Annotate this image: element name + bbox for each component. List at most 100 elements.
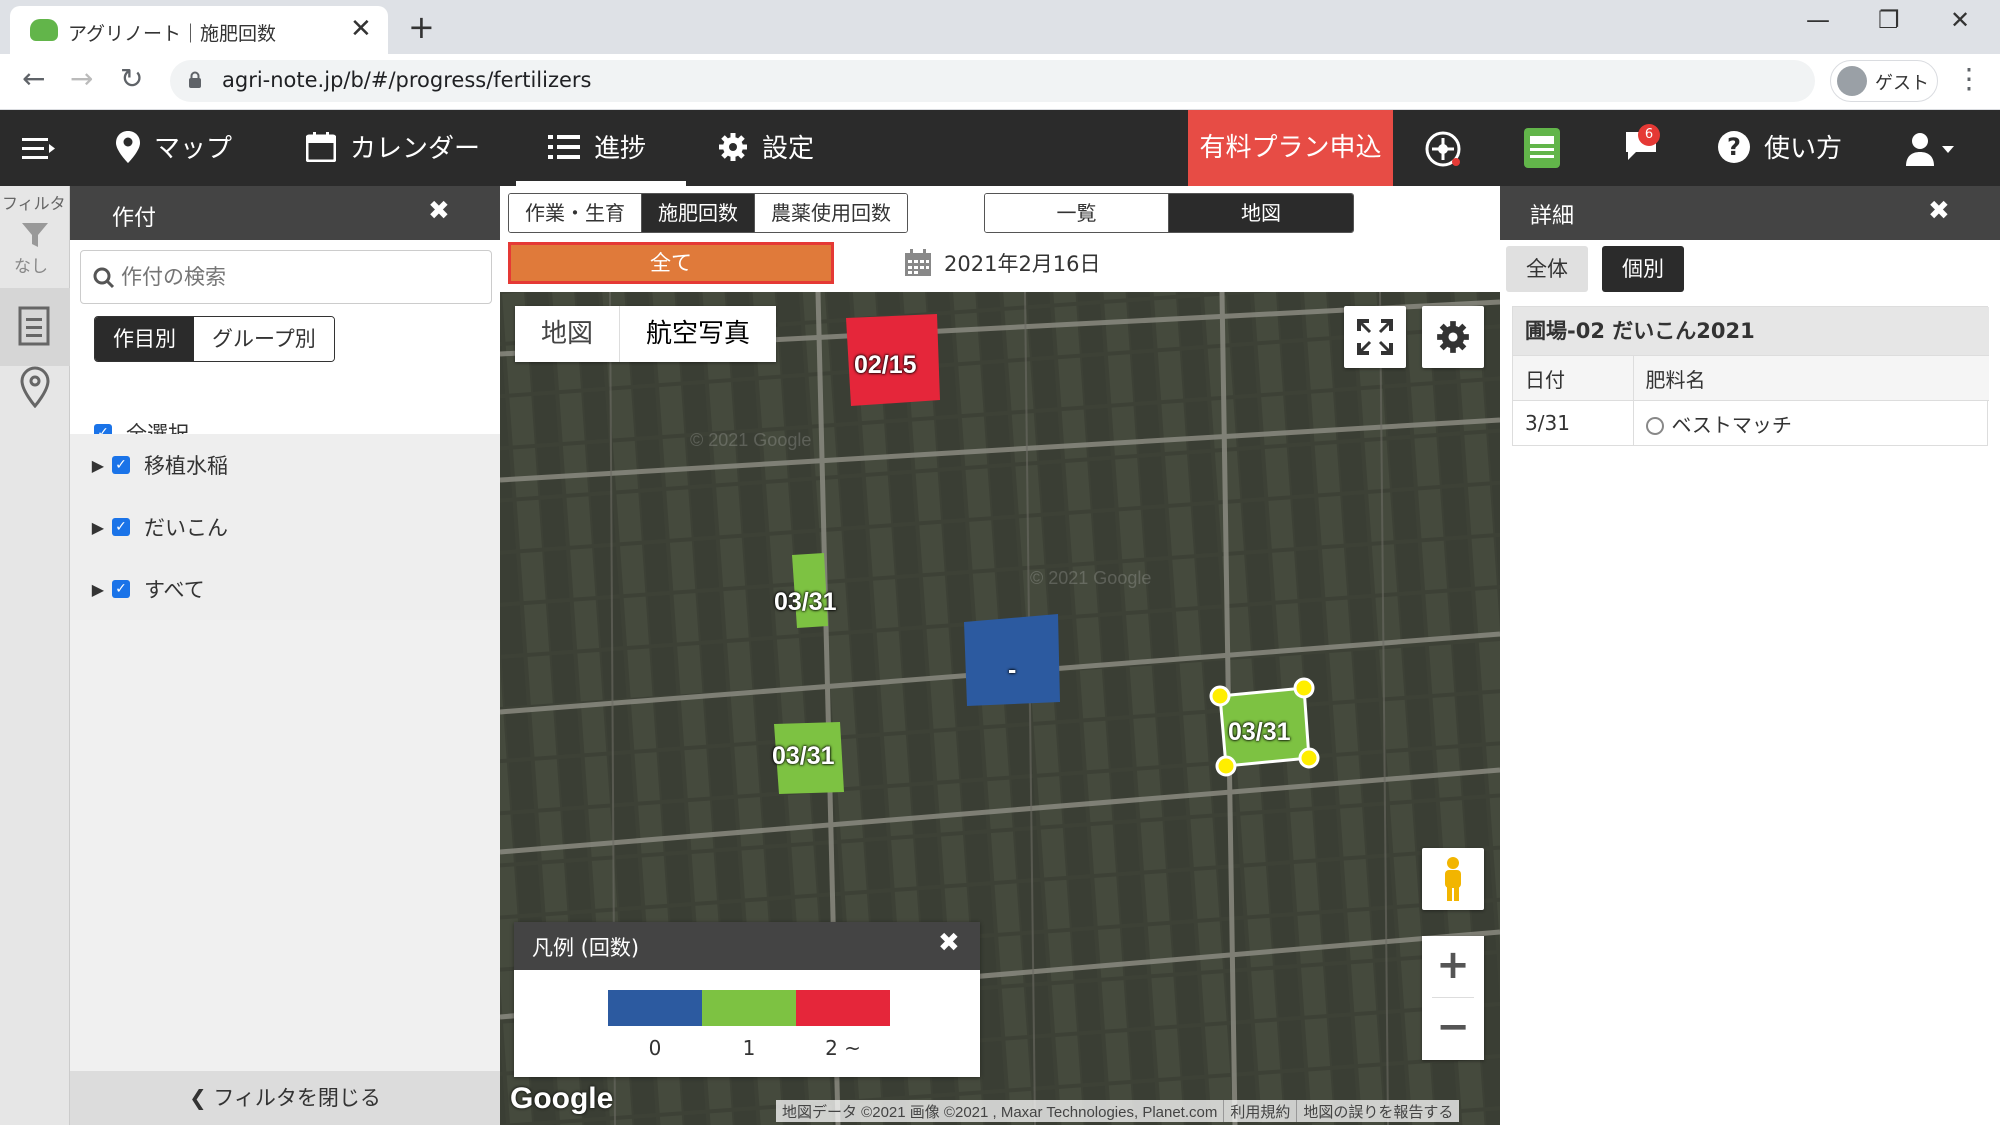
nav-help[interactable]: ? 使い方 (1718, 128, 1842, 165)
tree-item-all[interactable]: ▶ ✓ すべて (70, 558, 500, 620)
tab-list[interactable]: 一覧 (985, 194, 1169, 232)
profile-button[interactable]: ゲスト (1830, 60, 1938, 102)
new-tab-button[interactable]: + (408, 8, 435, 46)
tab-by-crop[interactable]: 作目別 (95, 317, 194, 361)
row-date: 3/31 (1513, 400, 1634, 446)
list-icon (548, 134, 580, 159)
table-row[interactable]: 3/31 ベストマッチ (1513, 400, 1989, 446)
window-restore-button[interactable]: ❐ (1878, 6, 1900, 34)
location-pin-icon[interactable] (20, 366, 50, 408)
terms-link[interactable]: 利用規約 (1223, 1100, 1296, 1122)
search-input[interactable] (121, 263, 481, 291)
tab-map[interactable]: 地図 (1169, 194, 1353, 232)
nav-calendar[interactable]: カレンダー (306, 128, 480, 165)
browser-tab[interactable]: アグリノート｜施肥回数 ✕ (10, 6, 388, 54)
vertex-handle[interactable] (1209, 685, 1231, 707)
filter-panel: 作付 ✖ 作目別 グループ別 ✓ 全選択 ▶✓移植水稲 ▶✓だいこん ▶✓すべて… (70, 186, 500, 1125)
tree-item-checkbox[interactable]: ✓ (112, 456, 130, 474)
map-type-roadmap[interactable]: 地図 (515, 306, 621, 362)
tab-work-growth[interactable]: 作業・生育 (509, 194, 642, 232)
nav-map[interactable]: マップ (116, 128, 232, 165)
legend-swatch-0 (608, 990, 702, 1026)
calendar-icon[interactable] (904, 249, 932, 277)
lock-icon (189, 71, 201, 88)
fertilizer-table: 日付 肥料名 3/31 ベストマッチ (1513, 355, 1989, 446)
zoom-out-button[interactable]: − (1422, 998, 1484, 1060)
street-view-button[interactable] (1422, 848, 1484, 910)
google-logo: Google (510, 1082, 614, 1115)
fullscreen-button[interactable] (1344, 306, 1406, 368)
legend-label: 0 (648, 1036, 662, 1060)
current-date[interactable]: 2021年2月16日 (944, 248, 1101, 278)
address-bar[interactable]: agri-note.jp/b/#/progress/fertilizers (170, 60, 1815, 102)
calendar-icon (306, 131, 336, 162)
forward-button[interactable]: → (70, 62, 93, 95)
nav-progress[interactable]: 進捗 (548, 128, 646, 165)
reload-button[interactable]: ↻ (120, 62, 143, 95)
window-close-button[interactable]: ✕ (1950, 6, 1970, 34)
map-view[interactable]: © 2021 Google © 2021 Google 02/15 03/31 … (500, 292, 1500, 1125)
map-pin-icon (116, 130, 140, 163)
map-type-satellite[interactable]: 航空写真 (620, 306, 776, 362)
vertex-handle[interactable] (1298, 747, 1320, 769)
map-type-control: 地図 航空写真 (515, 306, 777, 362)
tab-fertilizer-count[interactable]: 施肥回数 (642, 194, 755, 232)
column-fertilizer: 肥料名 (1633, 355, 1989, 401)
tree-item-daikon[interactable]: ▶ ✓ だいこん (70, 496, 500, 558)
back-button[interactable]: ← (22, 62, 45, 95)
tab-individual[interactable]: 個別 (1602, 246, 1684, 292)
expand-arrow-icon[interactable]: ▶ (70, 456, 104, 475)
notification-badge: 6 (1638, 124, 1660, 146)
filter-panel-title: 作付 (112, 206, 157, 231)
browser-tab-bar: アグリノート｜施肥回数 ✕ + — ❐ ✕ (0, 0, 2000, 54)
paid-plan-button[interactable]: 有料プラン申込 (1188, 110, 1393, 186)
zoom-in-button[interactable]: + (1422, 936, 1484, 998)
report-error-link[interactable]: 地図の誤りを報告する (1296, 1100, 1459, 1122)
legend-title: 凡例 (回数) (532, 936, 640, 960)
map-settings-button[interactable] (1422, 306, 1484, 368)
tab-pesticide-count[interactable]: 農薬使用回数 (755, 194, 907, 232)
tree-item-checkbox[interactable]: ✓ (112, 580, 130, 598)
expand-arrow-icon[interactable]: ▶ (70, 580, 104, 599)
window-minimize-button[interactable]: — (1806, 6, 1830, 34)
sun-logo-icon[interactable] (1424, 130, 1462, 168)
rail-filter-state: なし (14, 257, 48, 277)
browser-menu-button[interactable]: ⋮ (1955, 62, 1983, 95)
main-area: 作業・生育 施肥回数 農薬使用回数 一覧 地図 全て 2021年2月16日 © … (500, 186, 1500, 1125)
sidebar-toggle-icon[interactable] (22, 136, 56, 162)
app-navbar: マップ カレンダー 進捗 設定 有料プラン申込 6 ? 使い方 (0, 110, 2000, 186)
tree-item-checkbox[interactable]: ✓ (112, 518, 130, 536)
tree-item-transplant-rice[interactable]: ▶ ✓ 移植水稲 (70, 434, 500, 496)
group-toggle: 作目別 グループ別 (94, 316, 335, 362)
search-box[interactable] (80, 250, 492, 304)
nav-calendar-label: カレンダー (350, 134, 481, 164)
nav-progress-label: 進捗 (594, 134, 647, 164)
filter-panel-close-icon[interactable]: ✖ (428, 196, 450, 226)
notebook-icon[interactable] (1524, 128, 1560, 168)
rail-filter-label: フィルタ (2, 194, 66, 213)
filter-icon[interactable] (20, 220, 50, 250)
field-detail-title: 圃場-02 だいこん2021 (1513, 307, 1989, 355)
close-filter-button[interactable]: ❮ フィルタを閉じる (70, 1071, 500, 1125)
all-button[interactable]: 全て (508, 242, 834, 284)
vertex-handle[interactable] (1215, 755, 1237, 777)
nav-settings[interactable]: 設定 (718, 128, 814, 165)
progress-type-tabs: 作業・生育 施肥回数 農薬使用回数 (508, 193, 908, 233)
nav-map-label: マップ (154, 134, 233, 164)
crop-tree: ▶ ✓ 移植水稲 ▶ ✓ だいこん ▶ ✓ すべて (70, 434, 500, 620)
rail-list-tab[interactable] (0, 288, 70, 366)
legend-close-icon[interactable]: ✖ (938, 928, 960, 958)
vertex-handle[interactable] (1293, 677, 1315, 699)
expand-arrow-icon[interactable]: ▶ (70, 518, 104, 537)
legend-panel: 凡例 (回数) ✖ 0 1 2 ~ (514, 922, 980, 1077)
close-filter-label: フィルタを閉じる (213, 1086, 381, 1110)
help-icon: ? (1718, 130, 1750, 163)
tab-overall[interactable]: 全体 (1506, 246, 1588, 292)
nav-help-label: 使い方 (1764, 134, 1843, 164)
tab-close-icon[interactable]: ✕ (350, 14, 372, 44)
chevron-left-icon: ❮ (189, 1086, 214, 1110)
tab-by-group[interactable]: グループ別 (194, 317, 334, 361)
radio-icon[interactable] (1645, 417, 1664, 436)
user-menu-icon[interactable] (1906, 132, 1956, 166)
detail-panel-close-icon[interactable]: ✖ (1928, 196, 1950, 226)
